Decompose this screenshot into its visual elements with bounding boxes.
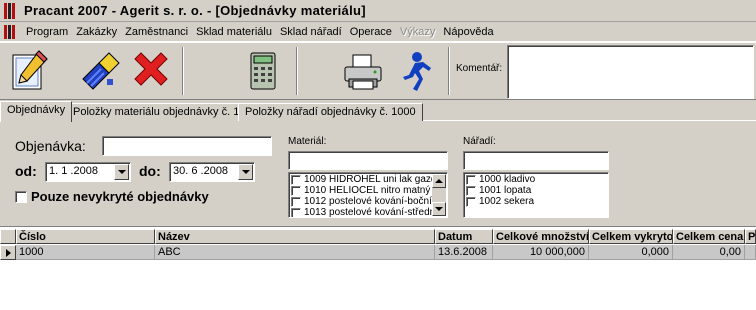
menu-zamestnanci[interactable]: Zaměstnanci [121,26,192,38]
menu-program[interactable]: Program [22,26,72,38]
tab-objednavky[interactable]: Objednávky [0,101,73,122]
toolbar-separator [182,47,184,95]
table-cell[interactable]: 13.6.2008 [435,245,493,260]
list-checkbox[interactable] [291,174,301,185]
comment-input[interactable] [507,45,754,99]
table-cell[interactable] [745,245,756,260]
table-cell[interactable]: 0,00 [673,245,745,260]
scrollbar[interactable] [432,174,446,216]
from-label: od: [15,163,37,179]
menu-sklad-naradi[interactable]: Sklad nářadí [276,26,346,38]
table-row[interactable]: 1000 ABC 13.6.2008 10 000,000 0,000 0,00 [0,245,756,260]
order-input[interactable] [102,136,272,156]
delete-x-icon [134,52,168,86]
table-cell[interactable]: 10 000,000 [493,245,589,260]
tools-label: Nářadí: [463,136,496,147]
scroll-down-icon[interactable] [432,202,446,216]
menu-zakazky[interactable]: Zakázky [72,26,121,38]
tab-strip: Objednávky Položky materiálu objednávky … [0,101,756,122]
to-label: do: [139,163,161,179]
list-item[interactable]: 1000 kladivo [466,174,606,185]
to-date-picker[interactable]: 30. 6 .2008 [169,162,255,182]
list-checkbox[interactable] [291,196,301,207]
table-cell[interactable]: 0,000 [589,245,673,260]
list-item[interactable]: 1001 lopata [466,185,606,196]
list-checkbox[interactable] [466,196,476,207]
toolbar-separator [296,47,298,95]
unfulfilled-checkbox-row[interactable]: Pouze nevykryté objednávky [15,189,209,204]
toolbar-separator [448,47,450,95]
list-item[interactable]: 1012 postelové kování-boční [291,196,445,207]
grid-header: Číslo Název Datum Celkové množství Celke… [0,229,756,244]
column-header[interactable]: Číslo [16,229,155,244]
calculator-icon [250,52,276,90]
list-item[interactable]: 1009 HIDROHEL uni lak gazd [291,174,445,185]
list-item[interactable]: 1010 HELIOCEL nitro matný [291,185,445,196]
from-date-value: 1. 1 .2008 [49,165,98,177]
chevron-down-icon[interactable] [238,164,253,180]
edit-button[interactable] [6,46,52,96]
row-selector-header [0,229,16,244]
delete-button[interactable] [128,46,174,96]
menu-operace[interactable]: Operace [346,26,396,38]
window-title: Pracant 2007 - Agerit s. r. o. - [Objedn… [24,3,366,18]
clean-brush-icon [82,52,120,90]
toolbar: Komentář: [0,42,756,100]
table-cell[interactable]: 1000 [16,245,155,260]
to-date-value: 30. 6 .2008 [173,165,229,177]
menu-vykazy: Výkazy [399,25,436,38]
list-checkbox[interactable] [466,185,476,196]
unfulfilled-checkbox[interactable] [15,190,27,203]
chevron-down-icon[interactable] [114,164,129,180]
comment-label: Komentář: [456,63,503,74]
running-man-icon [403,52,431,91]
material-search-input[interactable] [288,151,448,170]
column-header[interactable]: Celkové množství [493,229,589,244]
tools-list[interactable]: 1000 kladivo 1001 lopata 1002 sekera [463,172,609,218]
order-label: Objenávka: [15,138,86,154]
column-header[interactable]: Název [155,229,435,244]
list-checkbox[interactable] [466,174,476,185]
unfulfilled-label: Pouze nevykryté objednávky [31,189,209,204]
tab-polozky-naradi[interactable]: Položky nářadí objednávky č. 1000 [238,103,423,121]
material-list[interactable]: 1009 HIDROHEL uni lak gazd 1010 HELIOCEL… [288,172,448,218]
tools-search-input[interactable] [463,151,609,170]
column-header[interactable]: Pa [745,229,756,244]
scroll-up-icon[interactable] [432,174,446,188]
exit-button[interactable] [392,46,438,96]
orders-grid[interactable]: Číslo Název Datum Celkové množství Celke… [0,226,756,310]
app-logo-icon [4,2,20,19]
current-row-icon [0,245,16,260]
mdi-child-icon[interactable] [4,24,20,40]
tab-polozky-materialu[interactable]: Položky materiálu objednávky č. 1000 [66,103,265,121]
menu-bar: Program Zakázky Zaměstnanci Sklad materi… [0,22,756,42]
from-date-picker[interactable]: 1. 1 .2008 [45,162,131,182]
menu-napoveda[interactable]: Nápověda [439,26,497,38]
column-header[interactable]: Datum [435,229,493,244]
menu-sklad-materialu[interactable]: Sklad materiálu [192,26,276,38]
edit-icon [12,50,48,90]
clean-button[interactable] [78,46,124,96]
table-cell[interactable]: ABC [155,245,435,260]
material-label: Materiál: [288,136,327,147]
printer-icon [344,54,382,90]
list-item[interactable]: 1002 sekera [466,196,606,207]
list-item[interactable]: 1013 postelové kování-středn [291,207,445,217]
title-bar: Pracant 2007 - Agerit s. r. o. - [Objedn… [0,0,756,22]
calculator-button[interactable] [240,46,286,96]
column-header[interactable]: Celkem vykryto [589,229,673,244]
print-button[interactable] [340,46,386,96]
list-checkbox[interactable] [291,207,301,217]
column-header[interactable]: Celkem cena [673,229,745,244]
list-checkbox[interactable] [291,185,301,196]
